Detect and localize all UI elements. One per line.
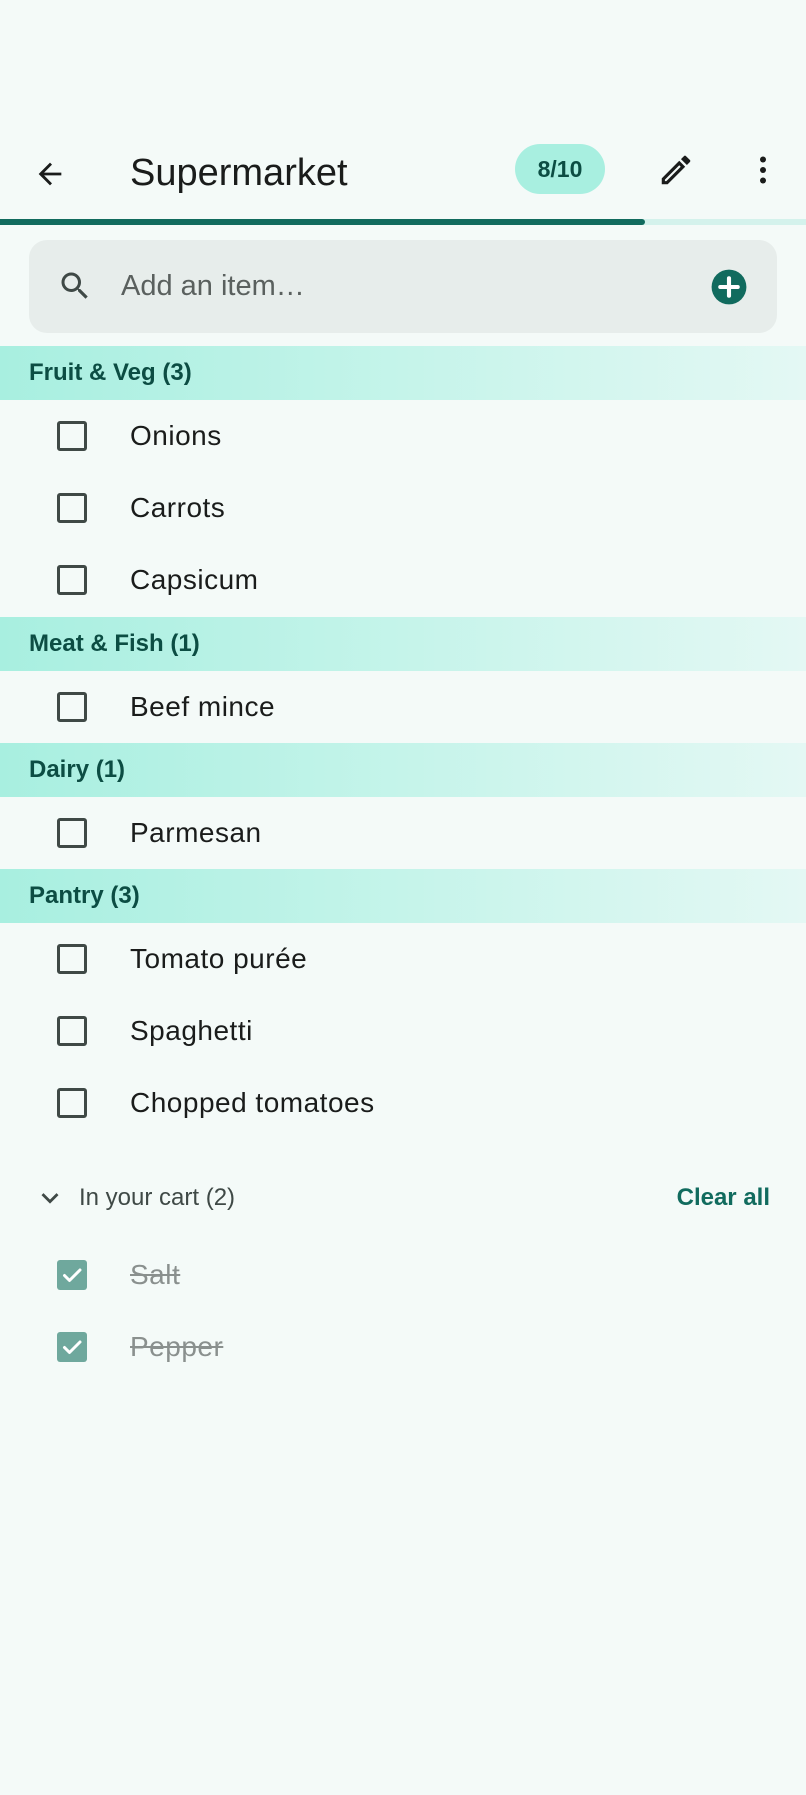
section-header-label: Fruit & Veg (3) (29, 359, 192, 386)
item-checkbox-checked[interactable] (57, 1332, 87, 1362)
item-label: Pepper (130, 1331, 224, 1362)
section-header-meat-fish: Meat & Fish (1) (0, 617, 806, 671)
cart-toggle[interactable]: In your cart (2) (30, 1170, 235, 1226)
item-checkbox[interactable] (57, 421, 87, 451)
cart-item[interactable]: Pepper (0, 1311, 806, 1383)
item-checkbox[interactable] (57, 1088, 87, 1118)
item-label: Chopped tomatoes (130, 1087, 375, 1118)
top-app-bar: Supermarket 8/10 (0, 130, 806, 218)
progress-bar (0, 219, 806, 225)
item-label: Salt (130, 1259, 181, 1290)
list-item[interactable]: Beef mince (0, 671, 806, 743)
item-checkbox[interactable] (57, 692, 87, 722)
shopping-list-screen: Supermarket 8/10 Add an item… Fruit & Ve… (0, 0, 806, 1795)
chevron-down-icon (30, 1178, 70, 1218)
section-header-fruit-veg: Fruit & Veg (3) (0, 346, 806, 400)
item-label: Onions (130, 420, 222, 451)
add-circle-icon (711, 269, 747, 305)
item-label: Carrots (130, 492, 226, 523)
edit-button[interactable] (648, 142, 704, 198)
section-header-pantry: Pantry (3) (0, 869, 806, 923)
section-header-label: Meat & Fish (1) (29, 630, 200, 657)
search-icon (51, 262, 99, 310)
more-vert-icon (760, 156, 766, 184)
item-label: Beef mince (130, 691, 276, 722)
section-header-label: Dairy (1) (29, 756, 126, 783)
clear-all-button[interactable]: Clear all (677, 1170, 770, 1226)
section-header-label: Pantry (3) (29, 882, 140, 909)
list-item[interactable]: Parmesan (0, 797, 806, 869)
list-item[interactable]: Tomato purée (0, 923, 806, 995)
item-checkbox[interactable] (57, 1016, 87, 1046)
item-checkbox[interactable] (57, 944, 87, 974)
pencil-icon (661, 155, 691, 185)
add-item-input[interactable] (121, 258, 701, 314)
progress-bar-fill (0, 219, 645, 225)
list-item[interactable]: Onions (0, 400, 806, 472)
item-checkbox[interactable] (57, 818, 87, 848)
cart-item[interactable]: Salt (0, 1239, 806, 1311)
item-checkbox-checked[interactable] (57, 1260, 87, 1290)
list-title: Supermarket (130, 152, 348, 194)
list-item[interactable]: Chopped tomatoes (0, 1067, 806, 1139)
list-item[interactable]: Spaghetti (0, 995, 806, 1067)
item-label: Tomato purée (130, 943, 308, 974)
add-item-bar (29, 240, 777, 333)
add-item-button[interactable] (709, 267, 749, 307)
item-label: Capsicum (130, 564, 259, 595)
check-icon (63, 1268, 82, 1282)
list-item[interactable]: Capsicum (0, 544, 806, 616)
item-label: Parmesan (130, 817, 262, 848)
cart-header: In your cart (2) Clear all (0, 1170, 806, 1226)
cart-label: In your cart (2) (79, 1184, 236, 1211)
section-header-dairy: Dairy (1) (0, 743, 806, 797)
more-options-button[interactable] (735, 142, 791, 198)
check-icon (63, 1340, 82, 1354)
arrow-left-icon (38, 162, 62, 186)
item-checkbox[interactable] (57, 493, 87, 523)
progress-badge: 8/10 (515, 144, 605, 194)
item-checkbox[interactable] (57, 565, 87, 595)
item-label: Spaghetti (130, 1015, 253, 1046)
back-button[interactable] (22, 146, 78, 202)
list-item[interactable]: Carrots (0, 472, 806, 544)
